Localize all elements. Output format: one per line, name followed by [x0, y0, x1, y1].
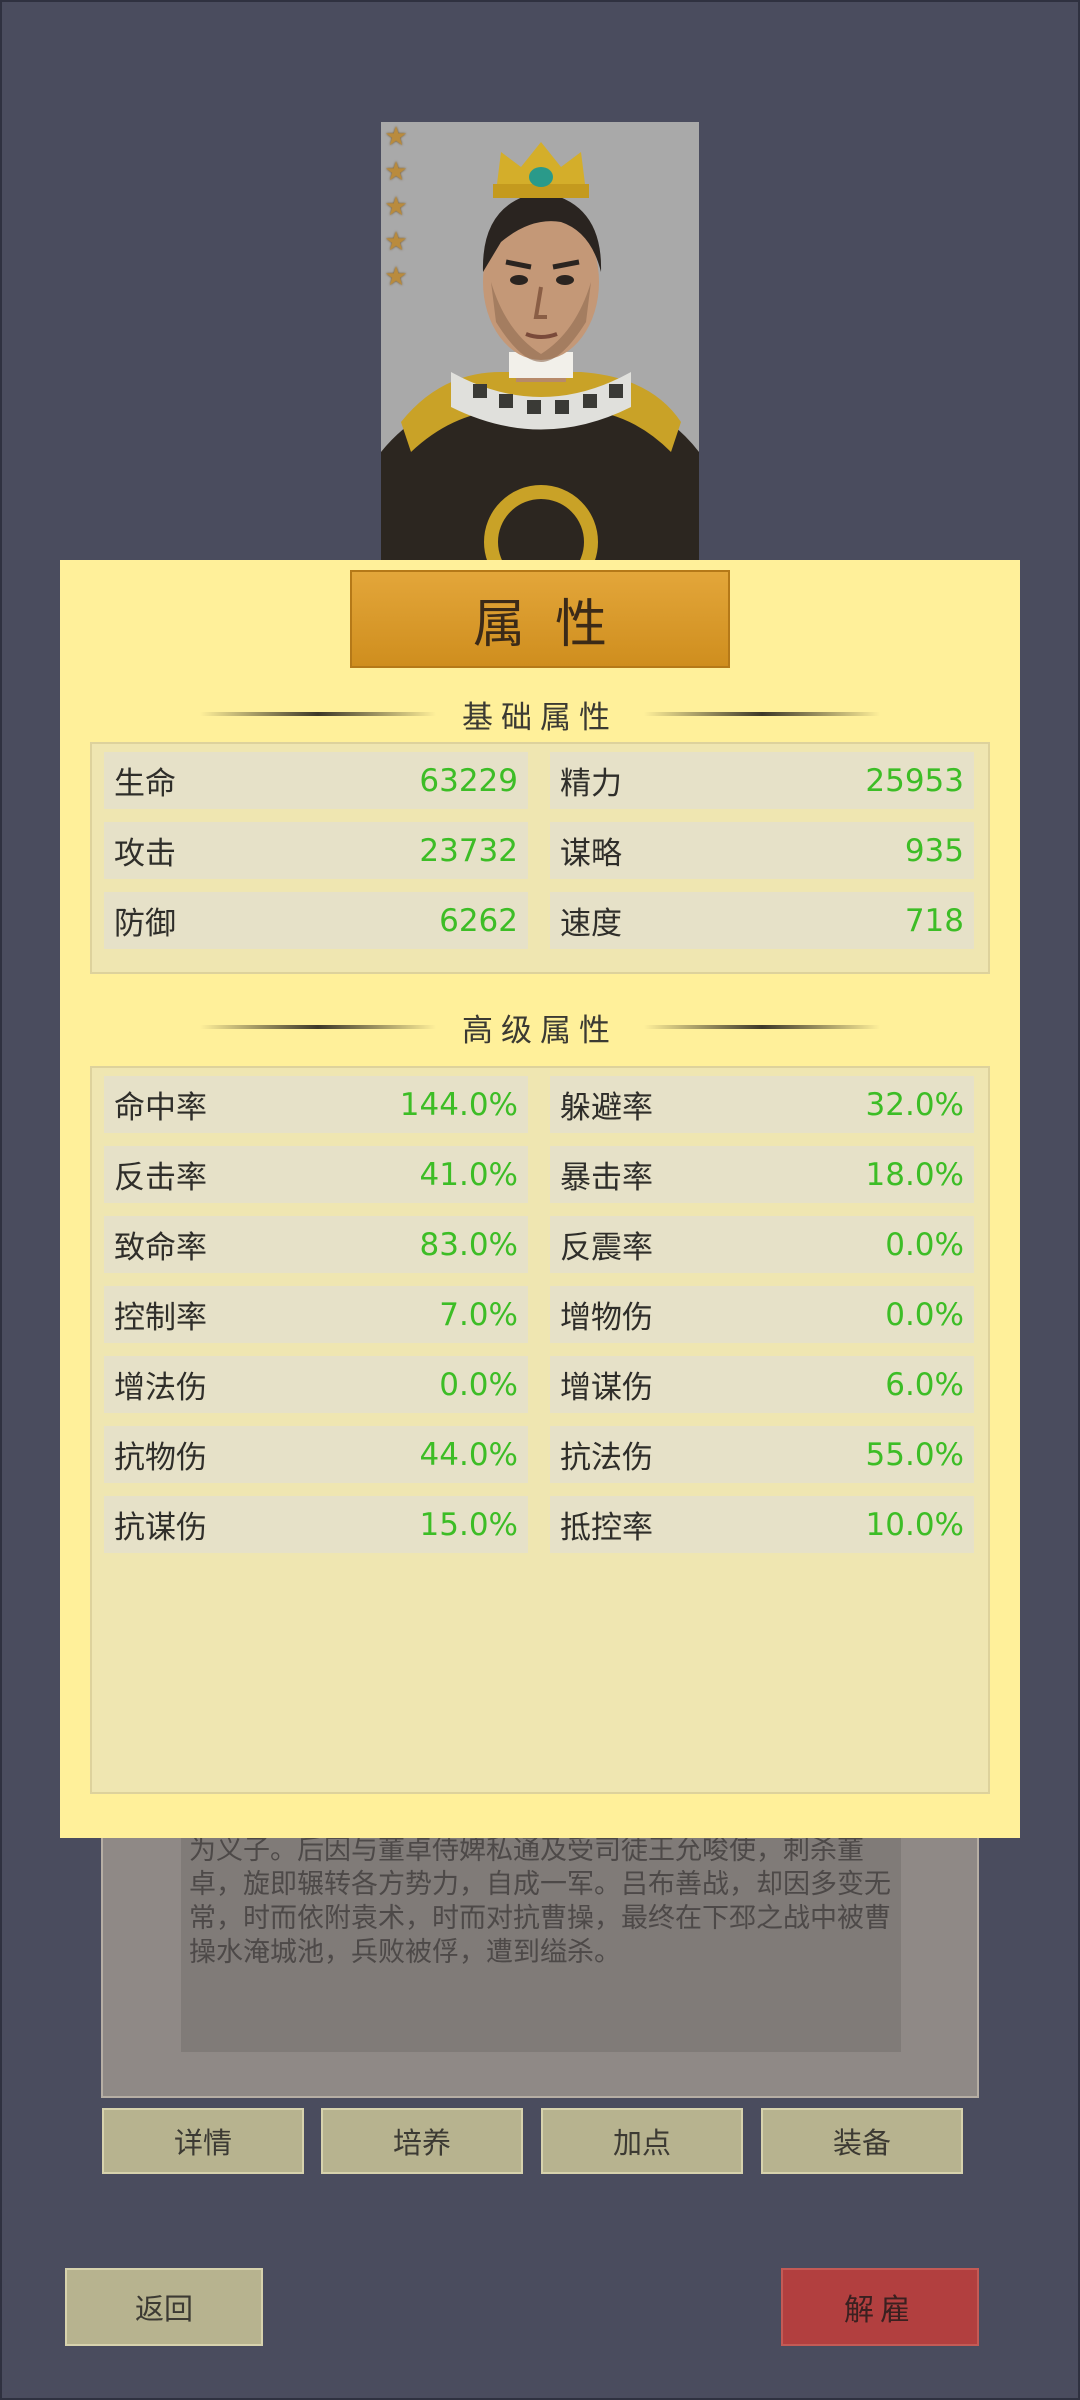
basic-section-label: 基础属性 — [462, 699, 618, 736]
stat-row: 生命 63229 — [104, 752, 528, 809]
stat-value: 15.0% — [419, 1506, 518, 1543]
stat-row: 精力 25953 — [550, 752, 974, 809]
stat-value: 55.0% — [865, 1436, 964, 1473]
stat-value: 0.0% — [885, 1296, 964, 1333]
stat-label: 致命率 — [114, 1230, 207, 1266]
dialog-title: 属性 — [350, 570, 730, 668]
stat-value: 23732 — [419, 832, 518, 869]
stat-label: 反震率 — [560, 1230, 653, 1266]
tab-equip[interactable]: 装备 — [761, 2108, 963, 2174]
stat-label: 增物伤 — [560, 1300, 653, 1336]
stat-row: 谋略 935 — [550, 822, 974, 879]
stat-value: 6262 — [439, 902, 518, 939]
stat-value: 18.0% — [865, 1156, 964, 1193]
stat-value: 32.0% — [865, 1086, 964, 1123]
stat-value: 10.0% — [865, 1506, 964, 1543]
stat-label: 生命 — [114, 766, 176, 802]
stat-row: 控制率 7.0% — [104, 1286, 528, 1343]
stat-label: 谋略 — [560, 836, 622, 872]
star-rating: ★ ★ ★ ★ ★ — [381, 122, 413, 299]
stat-label: 速度 — [560, 906, 622, 942]
divider-line — [200, 1025, 436, 1029]
stat-row: 防御 6262 — [104, 892, 528, 949]
general-portrait-icon — [381, 122, 699, 562]
stat-row: 反震率 0.0% — [550, 1216, 974, 1273]
basic-stats-box: 生命 63229 精力 25953 攻击 23732 谋略 935 防御 6262 速度 718 — [90, 742, 990, 974]
stat-label: 抵控率 — [560, 1510, 653, 1546]
stat-label: 命中率 — [114, 1090, 207, 1126]
stat-label: 增谋伤 — [560, 1370, 653, 1406]
stat-row: 致命率 83.0% — [104, 1216, 528, 1273]
stat-label: 攻击 — [114, 836, 176, 872]
stat-value: 41.0% — [419, 1156, 518, 1193]
stat-row: 攻击 23732 — [104, 822, 528, 879]
basic-section-header: 基础属性 — [200, 694, 880, 736]
stat-label: 精力 — [560, 766, 622, 802]
stat-row: 命中率 144.0% — [104, 1076, 528, 1133]
stat-row: 抗谋伤 15.0% — [104, 1496, 528, 1553]
stat-row: 抗物伤 44.0% — [104, 1426, 528, 1483]
stat-label: 暴击率 — [560, 1160, 653, 1196]
stat-label: 抗谋伤 — [114, 1510, 207, 1546]
advanced-stats-box: 命中率 144.0% 躲避率 32.0% 反击率 41.0% 暴击率 18.0% 致命率 83.0… — [90, 1066, 990, 1794]
stat-label: 反击率 — [114, 1160, 207, 1196]
stat-value: 83.0% — [419, 1226, 518, 1263]
stat-label: 抗物伤 — [114, 1440, 207, 1476]
tab-details[interactable]: 详情 — [102, 2108, 304, 2174]
advanced-section-label: 高级属性 — [462, 1012, 618, 1049]
stat-row: 躲避率 32.0% — [550, 1076, 974, 1133]
star-icon: ★ — [384, 122, 408, 152]
divider-line — [644, 1025, 880, 1029]
bio-text: 为义子。后因与董卓侍婢私通及受司徒王允唆使，刺杀董卓，旋即辗转各方势力，自成一军… — [189, 1835, 891, 1968]
stat-value: 44.0% — [419, 1436, 518, 1473]
stat-value: 6.0% — [885, 1366, 964, 1403]
stat-row: 增物伤 0.0% — [550, 1286, 974, 1343]
stat-label: 控制率 — [114, 1300, 207, 1336]
attribute-dialog: 属性 基础属性 生命 63229 精力 25953 攻击 23732 谋略 935 防御 6262… — [60, 560, 1020, 1838]
stat-row: 抵控率 10.0% — [550, 1496, 974, 1553]
stat-label: 躲避率 — [560, 1090, 653, 1126]
stat-value: 935 — [904, 832, 964, 869]
star-icon: ★ — [384, 192, 408, 222]
star-icon: ★ — [384, 227, 408, 257]
divider-line — [644, 712, 880, 716]
bio-inner: 为义子。后因与董卓侍婢私通及受司徒王允唆使，刺杀董卓，旋即辗转各方势力，自成一军… — [181, 1822, 901, 2052]
divider-line — [200, 712, 436, 716]
star-icon: ★ — [384, 157, 408, 187]
stat-label: 防御 — [114, 906, 176, 942]
stat-row: 抗法伤 55.0% — [550, 1426, 974, 1483]
stat-value: 63229 — [419, 762, 518, 799]
stat-label: 增法伤 — [114, 1370, 207, 1406]
hero-portrait: ★ ★ ★ ★ ★ — [381, 122, 699, 562]
star-icon: ★ — [384, 262, 408, 292]
tab-points[interactable]: 加点 — [541, 2108, 743, 2174]
stat-row: 暴击率 18.0% — [550, 1146, 974, 1203]
advanced-section-header: 高级属性 — [200, 1007, 880, 1049]
back-button[interactable]: 返回 — [65, 2268, 263, 2346]
dismiss-button[interactable]: 解雇 — [781, 2268, 979, 2346]
stat-label: 抗法伤 — [560, 1440, 653, 1476]
tab-train[interactable]: 培养 — [321, 2108, 523, 2174]
stat-row: 增谋伤 6.0% — [550, 1356, 974, 1413]
stat-value: 25953 — [865, 762, 964, 799]
stat-row: 增法伤 0.0% — [104, 1356, 528, 1413]
stat-value: 144.0% — [399, 1086, 518, 1123]
stat-value: 718 — [904, 902, 964, 939]
bio-panel: 为义子。后因与董卓侍婢私通及受司徒王允唆使，刺杀董卓，旋即辗转各方势力，自成一军… — [101, 1820, 979, 2098]
stat-row: 反击率 41.0% — [104, 1146, 528, 1203]
stat-value: 0.0% — [885, 1226, 964, 1263]
stat-value: 0.0% — [439, 1366, 518, 1403]
stat-value: 7.0% — [439, 1296, 518, 1333]
stat-row: 速度 718 — [550, 892, 974, 949]
